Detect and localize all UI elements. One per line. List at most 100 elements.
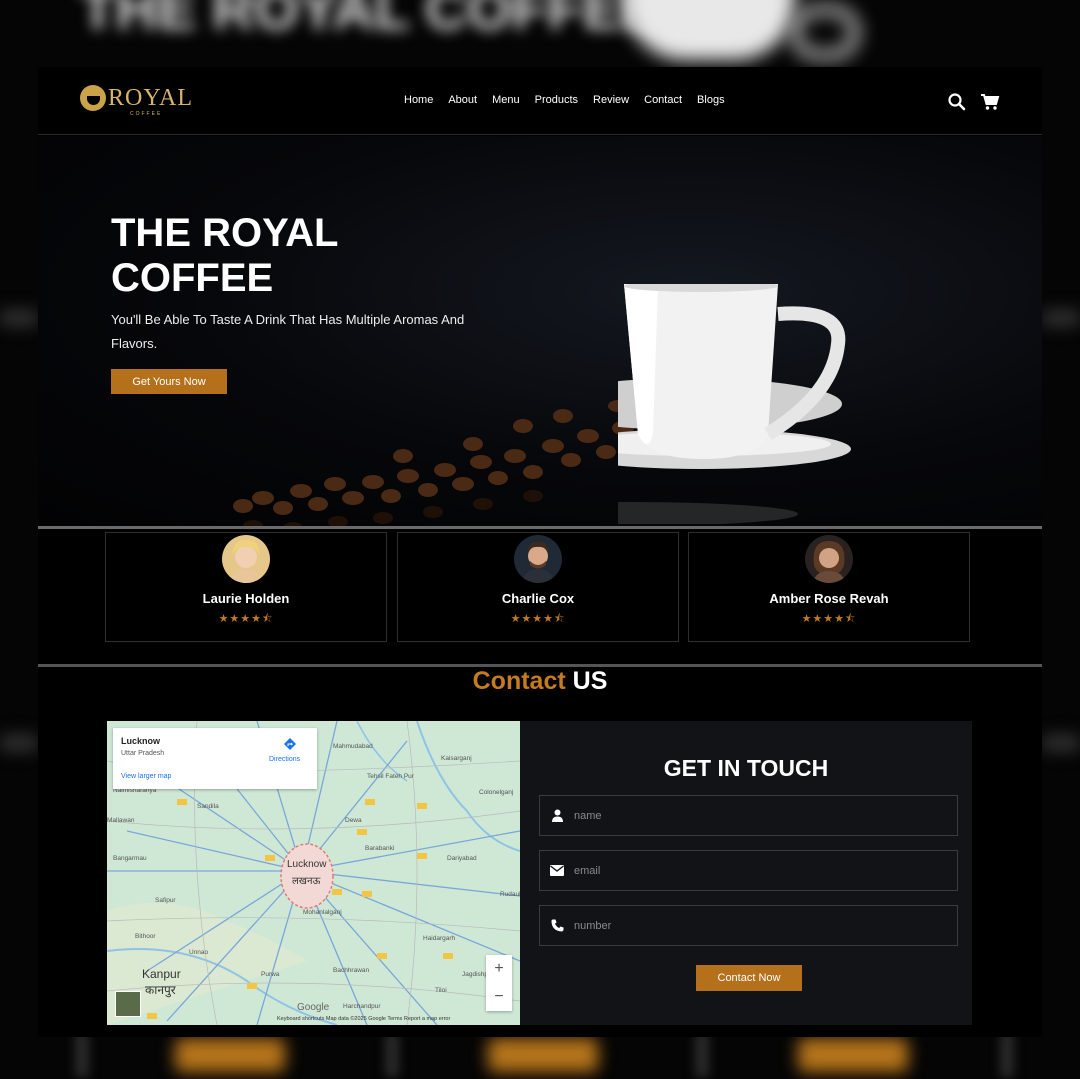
hero-subtitle: You'll Be Able To Taste A Drink That Has… bbox=[111, 312, 465, 351]
contact-heading-rest: US bbox=[572, 667, 608, 695]
reviewer-name: Charlie Cox bbox=[501, 591, 575, 606]
name-field[interactable] bbox=[539, 795, 958, 836]
map-label-town: Unnao bbox=[189, 949, 209, 956]
backdrop-band bbox=[0, 735, 38, 751]
star-rating: ★★★★⯪ bbox=[218, 613, 274, 625]
number-input[interactable] bbox=[574, 919, 934, 932]
name-input[interactable] bbox=[574, 809, 934, 822]
map-label-town: Safipur bbox=[155, 897, 176, 904]
backdrop-cup bbox=[625, 0, 795, 60]
backdrop-divider bbox=[75, 1032, 89, 1077]
map-label-town: Dariyabad bbox=[447, 855, 477, 862]
map-label-town: Mallawan bbox=[107, 817, 135, 824]
hero-section: THE ROYAL COFFEE You'll Be Able To Taste… bbox=[38, 136, 1042, 526]
map-label-kanpur: Kanpur bbox=[142, 967, 181, 981]
logo-name: ROYAL bbox=[108, 85, 194, 111]
map-label-town: Harchandpur bbox=[343, 1003, 381, 1010]
backdrop-divider bbox=[1000, 1032, 1014, 1077]
map-label-town: Bangarmau bbox=[113, 855, 147, 862]
google-map[interactable]: Lucknow लखनऊ Kanpur कानपुर Mahmudabad Ka… bbox=[107, 721, 520, 1025]
nav-about[interactable]: About bbox=[448, 94, 477, 106]
nav-menu[interactable]: Menu bbox=[492, 94, 520, 106]
backdrop-divider bbox=[385, 1032, 399, 1077]
nav-blogs[interactable]: Blogs bbox=[697, 94, 725, 106]
nav-home[interactable]: Home bbox=[404, 94, 433, 106]
logo-subtitle: COFFEE bbox=[130, 111, 163, 117]
backdrop-band bbox=[1042, 310, 1080, 326]
website-frame: ROYAL COFFEE Home About Menu Products Re… bbox=[38, 67, 1042, 1037]
coffee-cup-logo-icon bbox=[80, 85, 106, 111]
phone-icon bbox=[540, 919, 574, 932]
map-label-town: Bithoor bbox=[135, 933, 156, 940]
map-label-lucknow-hindi: लखनऊ bbox=[292, 876, 321, 887]
reviewer-name: Amber Rose Revah bbox=[769, 591, 889, 606]
map-label-town: Kaisarganj bbox=[441, 755, 472, 762]
contact-heading: Contact US bbox=[38, 667, 1042, 696]
backdrop-title: THE ROYAL COFFEE bbox=[80, 0, 661, 42]
nav-review[interactable]: Review bbox=[593, 94, 629, 106]
search-icon[interactable] bbox=[947, 92, 967, 112]
review-card: Amber Rose Revah ★★★★⯪ bbox=[688, 532, 970, 642]
review-card: Charlie Cox ★★★★⯪ bbox=[397, 532, 679, 642]
map-label-town: Tehsil Fateh Pur bbox=[367, 773, 414, 780]
cart-icon[interactable] bbox=[980, 92, 1000, 112]
reviewer-name: Laurie Holden bbox=[202, 591, 290, 606]
map-label-town: Sandila bbox=[197, 803, 219, 810]
map-label-town: Barabanki bbox=[365, 845, 395, 852]
form-title: GET IN TOUCH bbox=[663, 755, 829, 781]
map-label-kanpur-hindi: कानपुर bbox=[145, 983, 176, 997]
avatar bbox=[222, 535, 270, 583]
section-divider bbox=[38, 526, 1042, 529]
backdrop-button bbox=[175, 1038, 285, 1072]
site-header: ROYAL COFFEE Home About Menu Products Re… bbox=[38, 67, 1042, 135]
map-attribution: Keyboard shortcuts Map data ©2025 Google… bbox=[277, 1016, 451, 1022]
map-label-town: Mahmudabad bbox=[333, 743, 373, 750]
main-nav: Home About Menu Products Review Contact … bbox=[404, 94, 725, 106]
contact-now-button[interactable]: Contact Now bbox=[696, 965, 802, 991]
backdrop-cup-handle bbox=[790, 5, 860, 60]
map-place-name: Lucknow bbox=[121, 736, 161, 746]
coffee-cup-image bbox=[618, 284, 851, 524]
backdrop-button bbox=[488, 1038, 598, 1072]
backdrop-band bbox=[1042, 735, 1080, 751]
satellite-toggle[interactable] bbox=[115, 991, 141, 1017]
directions-link[interactable]: Directions bbox=[269, 756, 300, 763]
avatar bbox=[514, 535, 562, 583]
map-label-town: Dewa bbox=[345, 817, 362, 824]
map-label-town: Colonelganj bbox=[479, 789, 514, 796]
contact-form: GET IN TOUCH Contact Now bbox=[520, 721, 972, 1025]
map-zoom-control: + − bbox=[486, 955, 512, 1011]
contact-heading-accent: Contact bbox=[472, 667, 566, 695]
nav-contact[interactable]: Contact bbox=[644, 94, 682, 106]
map-place-region: Uttar Pradesh bbox=[121, 750, 165, 757]
backdrop-button bbox=[798, 1038, 908, 1072]
email-field[interactable] bbox=[539, 850, 958, 891]
map-label-town: Bachhrawan bbox=[333, 967, 370, 974]
zoom-out-button[interactable]: − bbox=[486, 983, 512, 1011]
avatar bbox=[805, 535, 853, 583]
map-label-town: Purwa bbox=[261, 971, 280, 978]
email-input[interactable] bbox=[574, 864, 934, 877]
brand-logo[interactable]: ROYAL COFFEE bbox=[80, 85, 194, 117]
zoom-in-button[interactable]: + bbox=[486, 955, 512, 983]
user-icon bbox=[540, 809, 574, 822]
backdrop-divider bbox=[695, 1032, 709, 1077]
hero-title: THE ROYAL COFFEE bbox=[111, 211, 338, 300]
backdrop-band bbox=[0, 310, 38, 326]
star-rating: ★★★★⯪ bbox=[510, 613, 566, 625]
map-label-town: Tiloi bbox=[435, 987, 447, 994]
nav-products[interactable]: Products bbox=[535, 94, 578, 106]
review-card: Laurie Holden ★★★★⯪ bbox=[105, 532, 387, 642]
map-label-town: Rudaul bbox=[500, 891, 520, 898]
map-label-town: Mohanlalganj bbox=[303, 909, 342, 916]
star-rating: ★★★★⯪ bbox=[801, 613, 857, 625]
envelope-icon bbox=[540, 865, 574, 876]
view-larger-map-link[interactable]: View larger map bbox=[121, 773, 171, 780]
map-label-lucknow: Lucknow bbox=[287, 859, 327, 870]
google-logo: Google bbox=[297, 1002, 330, 1013]
directions-icon[interactable] bbox=[284, 738, 296, 752]
map-label-town: Haidargarh bbox=[423, 935, 456, 942]
get-yours-now-button[interactable]: Get Yours Now bbox=[111, 369, 227, 394]
map-info-card: Lucknow Uttar Pradesh View larger map Di… bbox=[113, 728, 317, 789]
phone-field[interactable] bbox=[539, 905, 958, 946]
